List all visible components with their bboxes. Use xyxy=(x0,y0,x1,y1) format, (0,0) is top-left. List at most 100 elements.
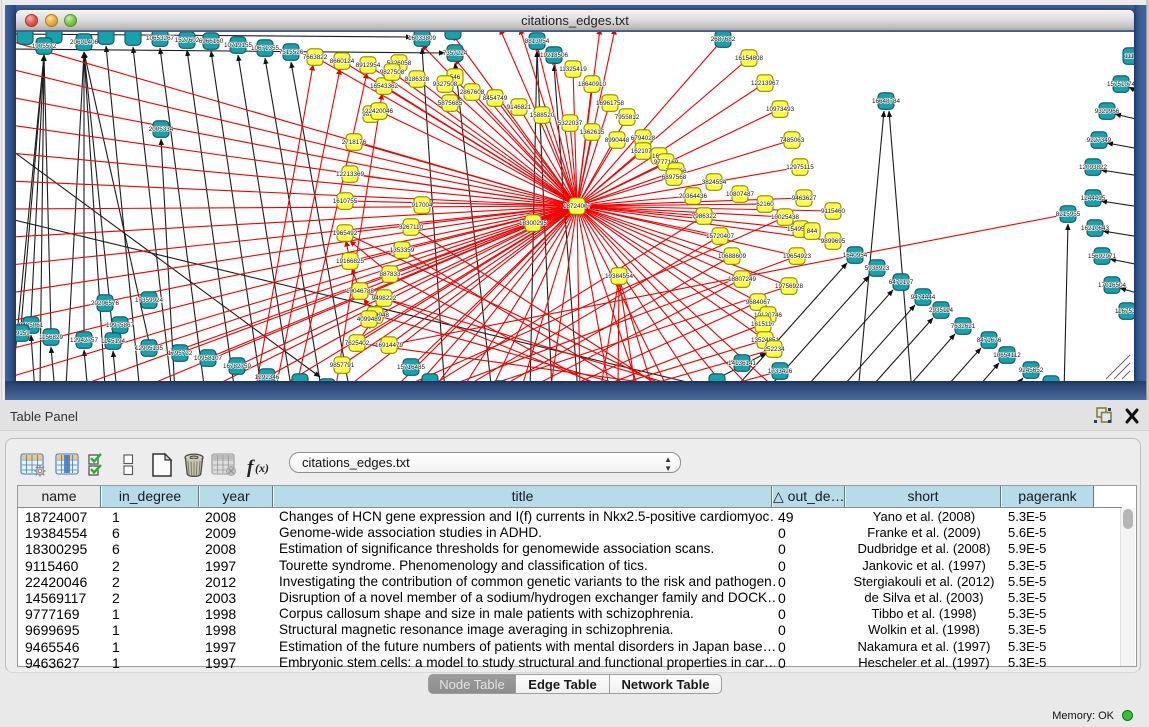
svg-text:2935114: 2935114 xyxy=(929,307,954,314)
svg-text:12093822: 12093822 xyxy=(1079,164,1108,171)
svg-text:20364436: 20364436 xyxy=(679,193,708,200)
svg-text:9899695: 9899695 xyxy=(821,238,846,245)
svg-text:11325419: 11325419 xyxy=(559,66,587,73)
svg-text:9827508: 9827508 xyxy=(380,69,405,76)
svg-text:10973493: 10973493 xyxy=(766,106,795,113)
svg-text:16210643: 16210643 xyxy=(1081,225,1110,232)
svg-text:9227349: 9227349 xyxy=(1087,137,1112,144)
svg-text:1795722: 1795722 xyxy=(168,350,193,357)
svg-text:1588520: 1588520 xyxy=(530,112,555,119)
svg-text:19975867: 19975867 xyxy=(106,322,135,329)
svg-text:1117: 1117 xyxy=(1124,53,1134,60)
svg-text:19756928: 19756928 xyxy=(775,283,804,290)
svg-text:252234: 252234 xyxy=(763,346,785,353)
svg-text:9474444: 9474444 xyxy=(911,294,936,301)
svg-text:6794028: 6794028 xyxy=(631,135,656,142)
svg-text:8215955: 8215955 xyxy=(1056,211,1081,218)
svg-text:7955812: 7955812 xyxy=(615,114,640,121)
svg-text:2687682: 2687682 xyxy=(711,36,736,43)
svg-text:(x): (x) xyxy=(255,461,269,475)
svg-text:18300295: 18300295 xyxy=(519,220,548,227)
svg-text:5322037: 5322037 xyxy=(558,120,583,127)
svg-text:5938923: 5938923 xyxy=(865,265,890,272)
svg-text:2718176: 2718176 xyxy=(342,139,367,146)
svg-text:10958107: 10958107 xyxy=(194,355,223,362)
svg-text:1145194: 1145194 xyxy=(101,338,126,345)
svg-text:8471676: 8471676 xyxy=(977,337,1002,344)
svg-text:12942757: 12942757 xyxy=(70,337,99,344)
svg-text:7625402: 7625402 xyxy=(345,340,370,347)
svg-text:19166825: 19166825 xyxy=(336,258,365,265)
svg-text:16154808: 16154808 xyxy=(735,55,764,62)
svg-text:8660124: 8660124 xyxy=(330,58,355,65)
svg-text:16782759: 16782759 xyxy=(223,363,252,370)
svg-text:9245652: 9245652 xyxy=(1019,367,1044,374)
svg-text:6897568: 6897568 xyxy=(662,174,687,181)
svg-text:9684067: 9684067 xyxy=(746,299,771,306)
svg-text:4099489: 4099489 xyxy=(357,316,382,323)
svg-text:17016504: 17016504 xyxy=(1098,282,1127,289)
svg-text:844: 844 xyxy=(807,228,818,235)
svg-text:19218506: 19218506 xyxy=(540,52,569,59)
svg-text:16914479: 16914479 xyxy=(375,342,404,349)
svg-text:14136141: 14136141 xyxy=(728,360,757,367)
svg-text:17359924: 17359924 xyxy=(135,297,164,304)
svg-text:62160: 62160 xyxy=(756,201,774,208)
svg-text:9463627: 9463627 xyxy=(792,195,817,202)
svg-text:12905135: 12905135 xyxy=(135,345,164,352)
svg-text:6966160: 6966160 xyxy=(199,38,224,45)
svg-text:9146821: 9146821 xyxy=(507,104,532,111)
svg-text:7515526: 7515526 xyxy=(279,49,304,56)
svg-text:16543362: 16543362 xyxy=(370,83,399,90)
svg-text:9857791: 9857791 xyxy=(330,362,355,369)
svg-text:16033809: 16033809 xyxy=(408,35,437,42)
svg-text:7663822: 7663822 xyxy=(303,54,328,61)
svg-text:8813054: 8813054 xyxy=(525,38,550,45)
svg-text:1610755: 1610755 xyxy=(333,198,358,205)
svg-text:1353359: 1353359 xyxy=(390,247,415,254)
svg-text:20206576: 20206576 xyxy=(91,300,120,307)
svg-text:10046788: 10046788 xyxy=(346,288,375,295)
svg-text:10653267: 10653267 xyxy=(146,35,175,42)
svg-text:10807487: 10807487 xyxy=(726,191,755,198)
svg-text:9327508: 9327508 xyxy=(433,81,458,88)
svg-text:6479197: 6479197 xyxy=(889,279,914,286)
svg-text:12975115: 12975115 xyxy=(786,164,814,171)
svg-text:1244415: 1244415 xyxy=(1081,195,1106,202)
svg-text:1156829: 1156829 xyxy=(39,334,64,341)
svg-text:19384554: 19384554 xyxy=(605,273,634,280)
svg-text:18640910: 18640910 xyxy=(578,81,607,88)
svg-text:1167534: 1167534 xyxy=(1115,308,1134,315)
svg-text:3267110: 3267110 xyxy=(399,224,424,231)
svg-text:39159: 39159 xyxy=(16,330,30,337)
svg-text:19654923: 19654923 xyxy=(783,253,812,260)
svg-text:1292346: 1292346 xyxy=(255,374,280,381)
svg-text:12213967: 12213967 xyxy=(751,80,780,87)
svg-text:8186328: 8186328 xyxy=(405,76,430,83)
svg-text:3824554: 3824554 xyxy=(702,179,727,186)
svg-text:10688609: 10688609 xyxy=(718,253,747,260)
svg-text:12213369: 12213369 xyxy=(336,171,365,178)
svg-text:1362615: 1362615 xyxy=(580,129,605,136)
svg-text:8454749: 8454749 xyxy=(483,95,508,102)
svg-text:887833: 887833 xyxy=(379,271,401,278)
svg-text:18724007: 18724007 xyxy=(563,203,592,210)
svg-text:15751074: 15751074 xyxy=(1107,81,1134,88)
svg-text:7485063: 7485063 xyxy=(780,137,805,144)
svg-text:9498222: 9498222 xyxy=(372,295,397,302)
svg-text:5875685: 5875685 xyxy=(438,100,463,107)
svg-text:15716485: 15716485 xyxy=(397,364,426,371)
svg-text:10654112: 10654112 xyxy=(993,352,1021,359)
svg-text:10719155: 10719155 xyxy=(224,42,253,49)
svg-text:10671355: 10671355 xyxy=(251,45,280,52)
svg-text:1733426: 1733426 xyxy=(768,368,793,375)
svg-text:10025438: 10025438 xyxy=(771,214,800,221)
svg-text:20691406: 20691406 xyxy=(70,39,99,46)
svg-text:2867608: 2867608 xyxy=(460,89,485,96)
svg-text:1615117: 1615117 xyxy=(751,321,776,328)
svg-text:9115460: 9115460 xyxy=(821,208,846,215)
svg-text:1965492: 1965492 xyxy=(333,230,358,237)
svg-text:7986322: 7986322 xyxy=(692,213,717,220)
svg-text:7357224: 7357224 xyxy=(443,50,468,57)
svg-text:18807249: 18807249 xyxy=(728,276,757,283)
